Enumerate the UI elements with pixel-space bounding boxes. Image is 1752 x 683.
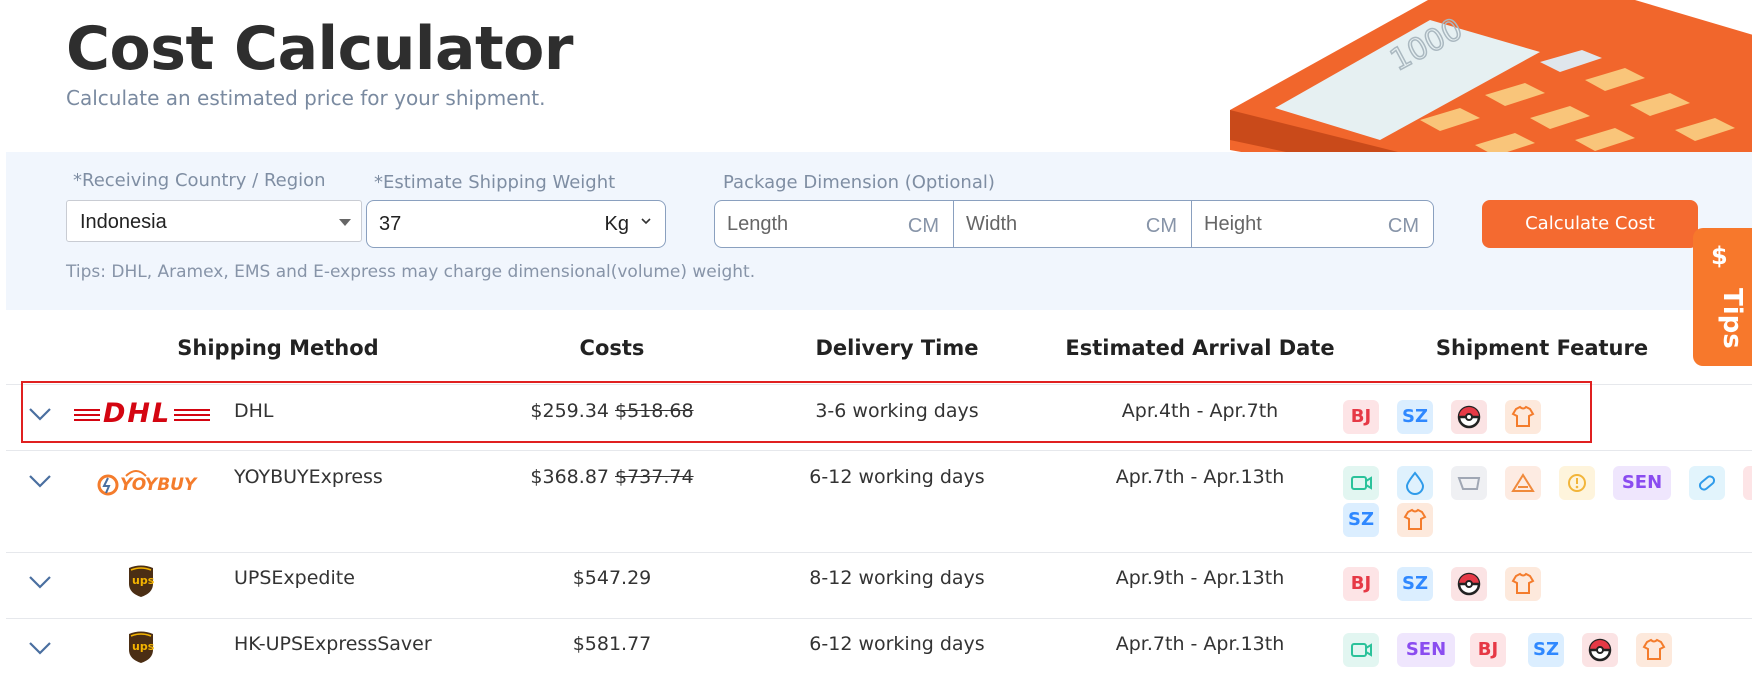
chevron-down-icon[interactable]: [28, 474, 52, 488]
header-costs: Costs: [579, 336, 645, 360]
cut-off-badge: [1743, 466, 1752, 500]
sz-badge: SZ: [1397, 567, 1433, 601]
calculate-cost-button[interactable]: Calculate Cost: [1482, 200, 1698, 248]
alert-icon: [1559, 466, 1595, 500]
method-name: UPSExpedite: [234, 567, 355, 589]
arrival-date: Apr.4th - Apr.7th: [1121, 400, 1279, 422]
chevron-down-icon[interactable]: [28, 575, 52, 589]
chevron-down-icon[interactable]: [641, 216, 651, 226]
page-title: Cost Calculator: [66, 14, 573, 84]
header-shipping-method: Shipping Method: [177, 336, 379, 360]
cost-original-price: $737.74: [615, 466, 694, 488]
cost-price: $259.34: [530, 400, 609, 422]
country-value: Indonesia: [80, 211, 167, 233]
weight-label: *Estimate Shipping Weight: [374, 172, 616, 193]
pokeball-icon: [1582, 633, 1618, 667]
length-unit: CM: [907, 215, 939, 237]
delivery-time: 6-12 working days: [809, 466, 985, 488]
length-field[interactable]: Length CM: [715, 201, 953, 247]
header-delivery-time: Delivery Time: [815, 336, 979, 360]
cost-original-price: $518.68: [615, 400, 694, 422]
weight-field[interactable]: 37 Kg: [366, 200, 666, 248]
cost-price: $547.29: [572, 567, 652, 589]
height-placeholder: Height: [1204, 213, 1262, 235]
cost-price: $368.87: [530, 466, 609, 488]
width-unit: CM: [1145, 215, 1177, 237]
delivery-time: 8-12 working days: [809, 567, 985, 589]
row-divider: [6, 618, 1752, 619]
delivery-time: 3-6 working days: [815, 400, 979, 422]
dimension-group: Length CM Width CM Height CM: [714, 200, 1434, 248]
warning-icon: [1505, 466, 1541, 500]
chevron-down-icon[interactable]: [28, 407, 52, 421]
ups-logo: ups: [127, 630, 155, 664]
yoybuy-logo: YOYBUY: [96, 466, 196, 500]
tips-tab[interactable]: $ Tips: [1693, 228, 1752, 366]
calculator-illustration: 1000: [1230, 0, 1752, 152]
method-name: DHL: [234, 400, 274, 422]
method-name: HK-UPSExpressSaver: [234, 633, 432, 655]
yoybuy-logo-text: YOYBUY: [120, 475, 197, 495]
header-shipment-feature: Shipment Feature: [1435, 336, 1649, 360]
height-field[interactable]: Height CM: [1191, 201, 1433, 247]
dimension-label: Package Dimension (Optional): [723, 172, 995, 193]
video-icon: [1343, 633, 1379, 667]
caret-down-icon: [339, 219, 351, 226]
country-select[interactable]: Indonesia: [66, 200, 362, 242]
arrival-date: Apr.9th - Apr.13th: [1115, 567, 1285, 589]
sz-badge: SZ: [1528, 633, 1564, 667]
dhl-logo: DHL: [74, 399, 210, 429]
drop-icon: [1397, 466, 1433, 500]
page-subtitle: Calculate an estimated price for your sh…: [66, 86, 546, 110]
tshirt-icon: [1505, 567, 1541, 601]
cost-cell: $259.34 $518.68: [512, 400, 712, 422]
weight-value[interactable]: 37: [379, 213, 401, 236]
row-divider: [6, 450, 1752, 451]
bj-badge: BJ: [1343, 567, 1379, 601]
cost-price: $581.77: [572, 633, 652, 655]
method-name: YOYBUYExpress: [234, 466, 383, 488]
ups-logo-text: ups: [132, 640, 155, 653]
dollar-icon: $: [1711, 242, 1728, 270]
tshirt-icon: [1636, 633, 1672, 667]
dimensional-weight-tip: Tips: DHL, Aramex, EMS and E-express may…: [66, 262, 756, 282]
bj-badge: BJ: [1470, 633, 1506, 667]
arrival-date: Apr.7th - Apr.13th: [1115, 633, 1285, 655]
width-placeholder: Width: [966, 213, 1018, 235]
ups-logo-text: ups: [132, 574, 155, 587]
bag-icon: [1451, 466, 1487, 500]
header-arrival-date: Estimated Arrival Date: [1065, 336, 1335, 360]
width-field[interactable]: Width CM: [953, 201, 1191, 247]
pokeball-icon: [1451, 567, 1487, 601]
length-placeholder: Length: [727, 213, 789, 235]
pill-icon: [1689, 466, 1725, 500]
arrival-date: Apr.7th - Apr.13th: [1115, 466, 1285, 488]
height-unit: CM: [1387, 215, 1419, 237]
dhl-logo-text: DHL: [100, 399, 175, 429]
tshirt-icon: [1505, 400, 1541, 434]
sz-badge: SZ: [1343, 503, 1379, 537]
tshirt-icon: [1397, 503, 1433, 537]
bj-badge: BJ: [1343, 400, 1379, 434]
ups-logo: ups: [127, 564, 155, 598]
tips-tab-label: Tips: [1717, 288, 1747, 349]
pokeball-icon: [1451, 400, 1487, 434]
weight-unit[interactable]: Kg: [605, 213, 629, 236]
sz-badge: SZ: [1397, 400, 1433, 434]
cost-cell: $368.87 $737.74: [512, 466, 712, 488]
sen-badge: SEN: [1613, 466, 1671, 500]
delivery-time: 6-12 working days: [809, 633, 985, 655]
country-label: *Receiving Country / Region: [73, 170, 326, 191]
chevron-down-icon[interactable]: [28, 641, 52, 655]
sen-badge: SEN: [1397, 633, 1455, 667]
video-icon: [1343, 466, 1379, 500]
row-divider: [6, 552, 1752, 553]
